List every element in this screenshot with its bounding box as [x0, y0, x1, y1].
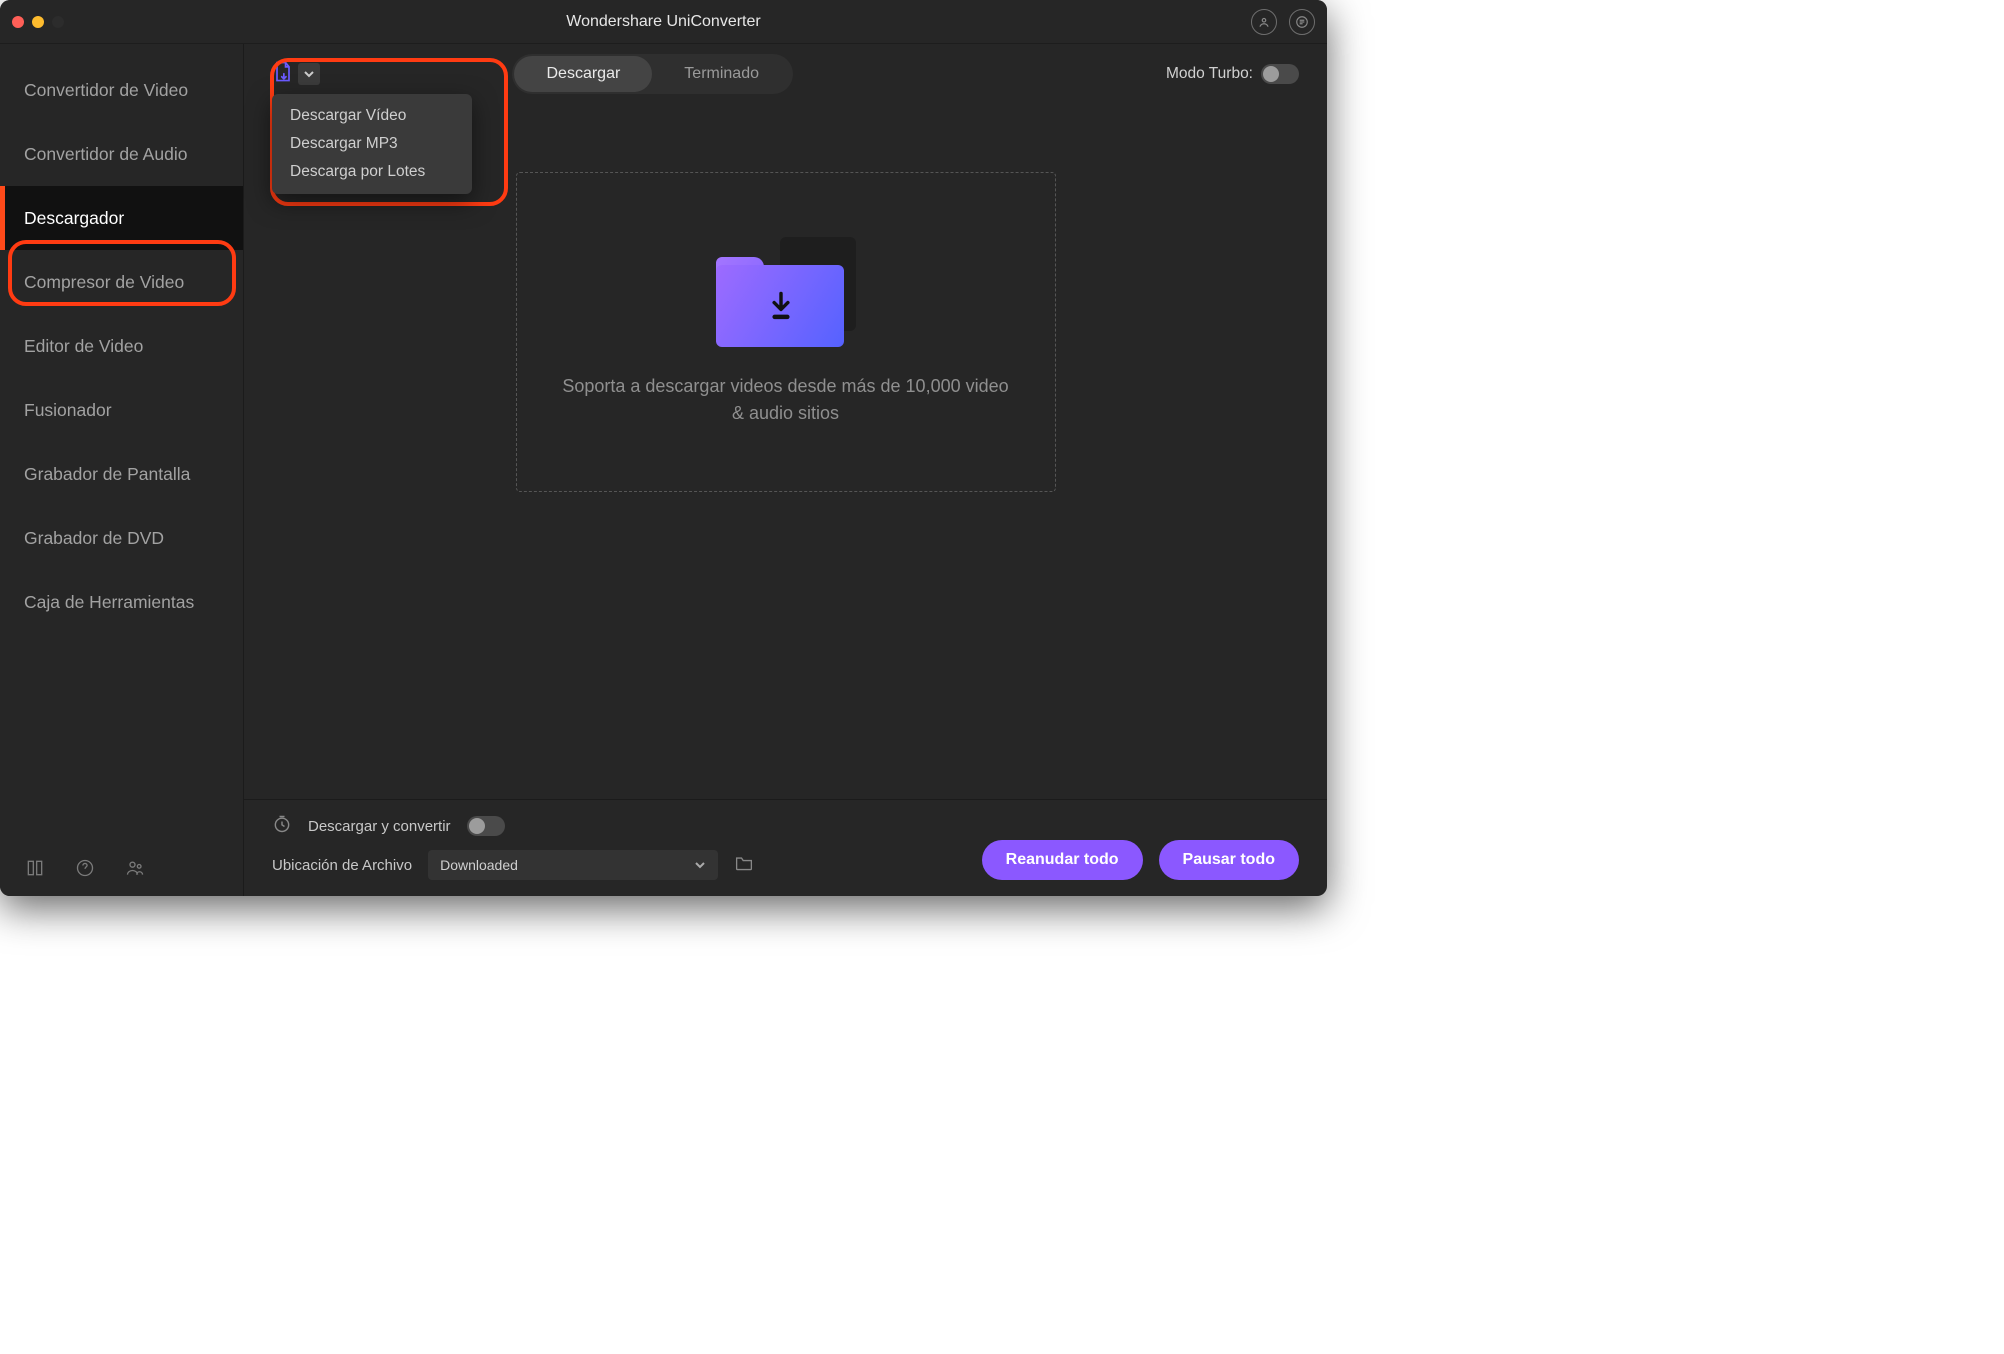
dropdown-item-download-video[interactable]: Descargar Vídeo [272, 102, 472, 130]
dropdown-item-label: Descargar Vídeo [290, 107, 406, 124]
feedback-icon[interactable] [1289, 9, 1315, 35]
download-and-convert-toggle[interactable] [467, 816, 505, 836]
main-panel: Descargar Vídeo Descargar MP3 Descarga p… [244, 44, 1327, 896]
bottom-bar: Descargar y convertir Ubicación de Archi… [244, 799, 1327, 896]
sidebar-item-label: Fusionador [24, 400, 112, 421]
sidebar-item-label: Caja de Herramientas [24, 592, 194, 613]
segment-finished[interactable]: Terminado [652, 56, 791, 92]
paste-url-dropdown-toggle[interactable] [298, 63, 320, 85]
sidebar-item-video-editor[interactable]: Editor de Video [0, 314, 243, 378]
help-icon[interactable] [74, 857, 96, 879]
empty-dropzone[interactable]: Soporta a descargar videos desde más de … [516, 172, 1056, 492]
sidebar-item-label: Editor de Video [24, 336, 143, 357]
community-icon[interactable] [124, 857, 146, 879]
sidebar-item-label: Grabador de DVD [24, 528, 164, 549]
schedule-icon[interactable] [272, 814, 292, 838]
sidebar-item-video-converter[interactable]: Convertidor de Video [0, 58, 243, 122]
turbo-mode-toggle[interactable] [1261, 64, 1299, 84]
sidebar-item-label: Compresor de Video [24, 272, 184, 293]
sidebar-item-video-compressor[interactable]: Compresor de Video [0, 250, 243, 314]
sidebar: Convertidor de Video Convertidor de Audi… [0, 44, 244, 896]
folder-download-icon [716, 237, 856, 347]
window-close-button[interactable] [12, 16, 24, 28]
segment-downloading[interactable]: Descargar [514, 56, 652, 92]
download-and-convert-label: Descargar y convertir [308, 818, 451, 835]
button-label: Reanudar todo [1006, 851, 1119, 869]
dropzone-text: Soporta a descargar videos desde más de … [556, 373, 1016, 427]
sidebar-item-dvd-burner[interactable]: Grabador de DVD [0, 506, 243, 570]
segment-label: Terminado [684, 65, 759, 83]
dropdown-item-batch-download[interactable]: Descarga por Lotes [272, 158, 472, 186]
tutorial-icon[interactable] [24, 857, 46, 879]
titlebar: Wondershare UniConverter [0, 0, 1327, 44]
window-maximize-button[interactable] [52, 16, 64, 28]
dropdown-item-download-mp3[interactable]: Descargar MP3 [272, 130, 472, 158]
sidebar-item-label: Convertidor de Audio [24, 144, 187, 165]
account-icon[interactable] [1251, 9, 1277, 35]
sidebar-item-screen-recorder[interactable]: Grabador de Pantalla [0, 442, 243, 506]
sidebar-item-downloader[interactable]: Descargador [0, 186, 243, 250]
sidebar-item-merger[interactable]: Fusionador [0, 378, 243, 442]
window-minimize-button[interactable] [32, 16, 44, 28]
dropdown-item-label: Descarga por Lotes [290, 163, 425, 180]
sidebar-item-toolbox[interactable]: Caja de Herramientas [0, 570, 243, 634]
pause-all-button[interactable]: Pausar todo [1159, 840, 1299, 880]
chevron-down-icon [694, 859, 706, 871]
sidebar-item-audio-converter[interactable]: Convertidor de Audio [0, 122, 243, 186]
paste-url-icon[interactable] [272, 60, 294, 89]
sidebar-item-label: Grabador de Pantalla [24, 464, 190, 485]
button-label: Pausar todo [1183, 851, 1275, 869]
file-location-label: Ubicación de Archivo [272, 857, 412, 874]
status-segmented-control: Descargar Terminado [512, 54, 793, 94]
download-mode-dropdown: Descargar Vídeo Descargar MP3 Descarga p… [272, 94, 472, 194]
dropdown-item-label: Descargar MP3 [290, 135, 398, 152]
file-location-select[interactable]: Downloaded [428, 850, 718, 880]
open-folder-icon[interactable] [734, 854, 754, 876]
turbo-mode-label: Modo Turbo: [1166, 65, 1253, 83]
sidebar-item-label: Convertidor de Video [24, 80, 188, 101]
sidebar-item-label: Descargador [24, 208, 124, 229]
file-location-value: Downloaded [440, 857, 518, 873]
resume-all-button[interactable]: Reanudar todo [982, 840, 1143, 880]
app-title: Wondershare UniConverter [0, 13, 1327, 31]
segment-label: Descargar [546, 65, 620, 83]
